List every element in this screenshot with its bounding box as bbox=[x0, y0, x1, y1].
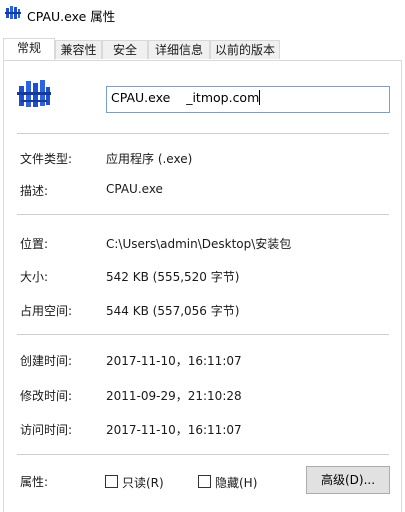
separator bbox=[17, 454, 389, 455]
exe-app-icon bbox=[17, 80, 51, 107]
size-label: 大小: bbox=[20, 270, 49, 284]
title-bar: CPAU.exe 属性 bbox=[0, 0, 405, 28]
tab-previous-versions[interactable]: 以前的版本 bbox=[210, 40, 280, 59]
location-label: 位置: bbox=[20, 237, 49, 251]
properties-window: CPAU.exe 属性 常规 兼容性 安全 详细信息 以前的版本 CPAU.ex… bbox=[0, 0, 405, 512]
separator bbox=[17, 214, 389, 215]
tab-compatibility[interactable]: 兼容性 bbox=[55, 40, 102, 59]
text-caret bbox=[259, 90, 261, 105]
description-label: 描述: bbox=[20, 184, 49, 198]
exe-app-icon bbox=[5, 6, 21, 19]
modified-label: 修改时间: bbox=[20, 389, 73, 403]
window-title: CPAU.exe 属性 bbox=[27, 9, 116, 24]
advanced-button[interactable]: 高级(D)... bbox=[306, 466, 390, 494]
created-label: 创建时间: bbox=[20, 354, 73, 368]
tab-security[interactable]: 安全 bbox=[102, 40, 148, 59]
size-value: 542 KB (555,520 字节) bbox=[106, 270, 240, 284]
location-value: C:\Users\admin\Desktop\安装包 bbox=[106, 237, 292, 251]
readonly-label[interactable]: 只读(R) bbox=[122, 474, 164, 491]
hidden-label[interactable]: 隐藏(H) bbox=[215, 474, 257, 491]
separator bbox=[17, 133, 389, 134]
accessed-value: 2017-11-10，16:11:07 bbox=[106, 423, 242, 437]
description-value: CPAU.exe bbox=[106, 182, 163, 196]
modified-value: 2011-09-29，21:10:28 bbox=[106, 389, 242, 403]
tab-general[interactable]: 常规 bbox=[3, 38, 55, 60]
readonly-checkbox[interactable] bbox=[105, 475, 118, 488]
size-on-disk-value: 544 KB (557,056 字节) bbox=[106, 304, 240, 318]
hidden-checkbox[interactable] bbox=[198, 475, 211, 488]
attributes-label: 属性: bbox=[20, 475, 49, 489]
file-type-label: 文件类型: bbox=[20, 152, 73, 166]
tab-bar: 常规 兼容性 安全 详细信息 以前的版本 bbox=[0, 38, 405, 60]
size-on-disk-label: 占用空间: bbox=[20, 304, 73, 318]
file-name-text: CPAU.exe _itmop.com bbox=[111, 90, 260, 105]
accessed-label: 访问时间: bbox=[20, 423, 73, 437]
file-name-input[interactable]: CPAU.exe _itmop.com bbox=[106, 86, 390, 113]
file-type-value: 应用程序 (.exe) bbox=[106, 152, 193, 166]
created-value: 2017-11-10，16:11:07 bbox=[106, 354, 242, 368]
tab-details[interactable]: 详细信息 bbox=[148, 40, 210, 59]
separator bbox=[17, 334, 389, 335]
general-panel bbox=[3, 60, 402, 512]
